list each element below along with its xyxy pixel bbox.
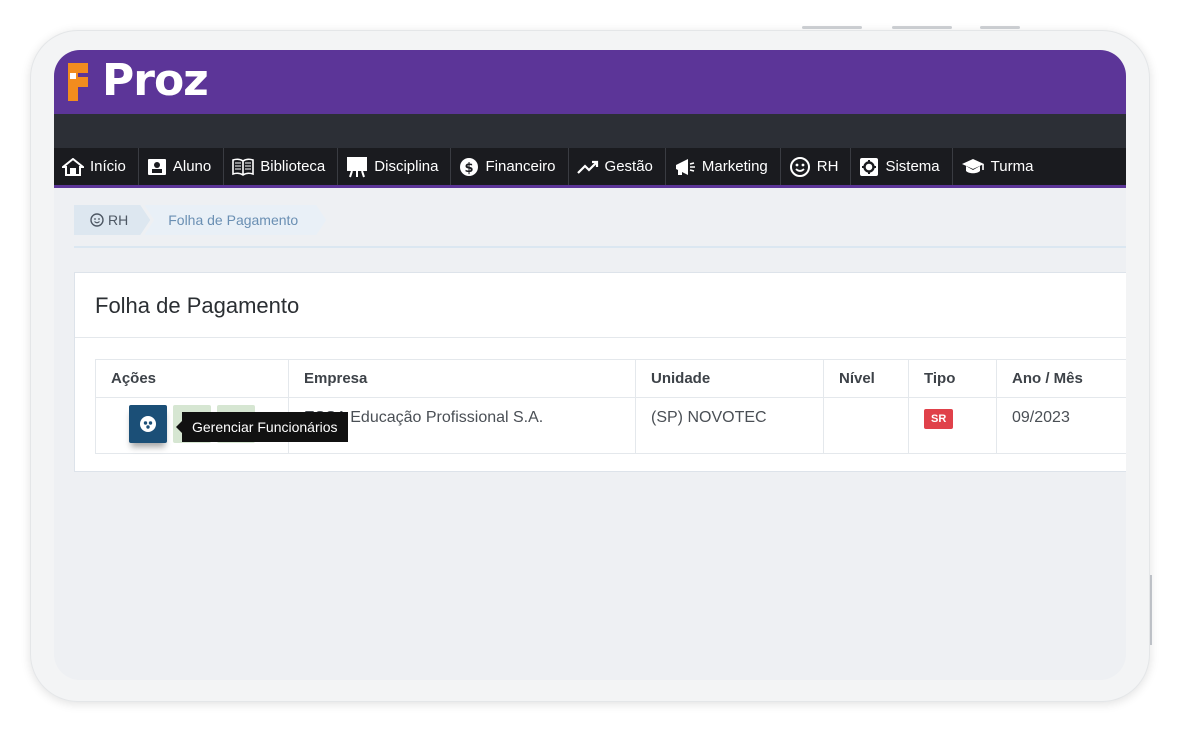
column-header-tipo[interactable]: Tipo: [908, 359, 997, 398]
brand-header: Proz: [54, 50, 1126, 114]
decorative-dash: [980, 26, 1020, 29]
decorative-dash: [892, 26, 952, 29]
column-header-empresa[interactable]: Empresa: [288, 359, 636, 398]
app-screen: Proz Início Aluno Biblioteca Disciplina …: [54, 50, 1126, 680]
nav-label: RH: [816, 158, 839, 175]
trend-line-icon: [576, 160, 598, 174]
payroll-panel: Folha de Pagamento Ações Empresa Unidade…: [74, 272, 1126, 472]
header-strip: [54, 114, 1126, 148]
nav-item-aluno[interactable]: Aluno: [139, 148, 225, 185]
smiley-icon: [789, 156, 810, 177]
nav-item-disciplina[interactable]: Disciplina: [338, 148, 452, 185]
tooltip: Gerenciar Funcionários: [176, 412, 348, 442]
breadcrumb-root-label: RH: [108, 212, 129, 228]
manage-employees-button[interactable]: [129, 405, 167, 443]
tipo-badge: SR: [924, 409, 954, 429]
divider: [74, 246, 1126, 248]
proz-mark-icon: [68, 63, 88, 101]
nav-label: Financeiro: [485, 158, 556, 175]
nav-item-financeiro[interactable]: $ Financeiro: [451, 148, 569, 185]
logo-text: Proz: [102, 55, 209, 106]
nav-label: Sistema: [885, 158, 940, 175]
nav-item-marketing[interactable]: Marketing: [666, 148, 781, 185]
nav-label: Turma: [990, 158, 1034, 175]
users-icon: [140, 416, 156, 432]
graduation-cap-icon: [961, 158, 984, 173]
nav-item-gestao[interactable]: Gestão: [569, 148, 666, 185]
column-header-nivel[interactable]: Nível: [823, 359, 909, 398]
nav-label: Marketing: [701, 158, 768, 175]
breadcrumb-current-label: Folha de Pagamento: [168, 212, 299, 228]
nav-label: Biblioteca: [260, 158, 326, 175]
nav-item-biblioteca[interactable]: Biblioteca: [224, 148, 339, 185]
megaphone-icon: [675, 158, 695, 175]
panel-divider: [75, 337, 1126, 338]
main-nav: Início Aluno Biblioteca Disciplina $ Fin…: [54, 148, 1126, 188]
nivel-cell: [823, 397, 909, 454]
column-header-unidade[interactable]: Unidade: [635, 359, 824, 398]
column-header-acoes[interactable]: Ações: [95, 359, 289, 398]
ano-mes-cell: 09/2023: [996, 397, 1126, 454]
table-header-row: Ações Empresa Unidade Nível Tipo Ano / M…: [95, 359, 1126, 398]
breadcrumb: RH Folha de Pagamento: [74, 205, 326, 235]
nav-item-inicio[interactable]: Início: [54, 148, 139, 185]
nav-label: Gestão: [604, 158, 653, 175]
book-icon: [232, 158, 255, 176]
easel-icon: [347, 156, 368, 177]
gear-icon: [860, 157, 879, 176]
home-icon: [62, 157, 84, 176]
nav-label: Início: [90, 158, 126, 175]
column-header-ano-mes[interactable]: Ano / Mês: [996, 359, 1126, 398]
proz-logo[interactable]: Proz: [66, 55, 209, 106]
smiley-icon: [90, 213, 104, 227]
unidade-cell: (SP) NOVOTEC: [635, 397, 824, 454]
id-card-icon: [147, 158, 166, 175]
breadcrumb-root[interactable]: RH: [74, 205, 150, 235]
svg-text:$: $: [465, 161, 474, 176]
tipo-cell: SR: [908, 397, 997, 454]
decorative-dash: [802, 26, 862, 29]
nav-label: Disciplina: [374, 158, 439, 175]
nav-item-sistema[interactable]: Sistema: [851, 148, 953, 185]
nav-item-turma[interactable]: Turma: [953, 148, 1046, 185]
nav-label: Aluno: [172, 158, 212, 175]
nav-item-rh[interactable]: RH: [781, 148, 852, 185]
breadcrumb-current: Folha de Pagamento: [144, 205, 326, 235]
dollar-circle-icon: $: [460, 157, 479, 176]
page-title: Folha de Pagamento: [95, 293, 300, 318]
